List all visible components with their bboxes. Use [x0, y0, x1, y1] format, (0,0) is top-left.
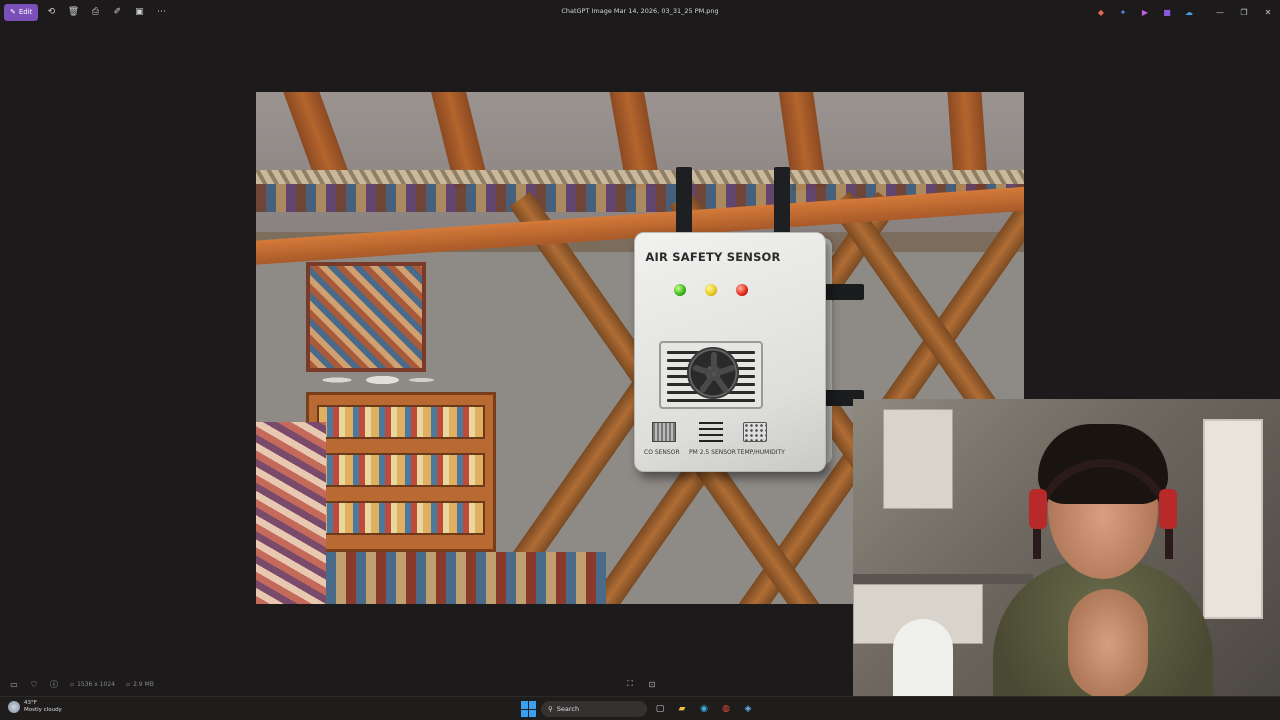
file-size: 2.9 MB [133, 680, 154, 688]
file-size-icon: ▫ [125, 680, 131, 688]
filmstrip-icon[interactable]: ▭ [4, 674, 24, 694]
weather-text: 43°F Mostly cloudy [24, 700, 62, 714]
edit-button[interactable]: ✎ Edit [4, 3, 39, 21]
pm-sensor-label: PM 2.5 SENSOR [689, 449, 736, 456]
weather-desc: Mostly cloudy [24, 707, 62, 713]
image-dimensions: 1536 x 1024 [77, 680, 115, 688]
temp-humidity-label: TEMP/HUMIDITY [737, 449, 785, 456]
yellow-led [705, 284, 717, 296]
teams-icon[interactable]: ■ [1156, 0, 1178, 24]
headset-ear [1029, 489, 1047, 529]
weather-widget[interactable]: 43°F Mostly cloudy [8, 700, 62, 714]
bowls [311, 362, 441, 392]
weather-temp: 43°F [24, 700, 37, 706]
door [1203, 419, 1263, 619]
fan-icon [687, 347, 739, 399]
windows-start-icon[interactable] [521, 701, 537, 717]
title-bar: ✎ Edit ⟲ 🗑 ⎙ ✐ ▣ ⋯ ChatGPT Image Mar 14,… [0, 0, 1280, 24]
rope [256, 170, 1024, 184]
fan-blade [712, 373, 730, 394]
window-title: ChatGPT Image Mar 14, 2026, 03_31_25 PM.… [561, 7, 719, 15]
onedrive-icon[interactable]: ☁ [1178, 0, 1200, 24]
close-icon[interactable]: ✕ [1256, 0, 1280, 24]
edit-label: Edit [18, 8, 33, 16]
task-view-icon[interactable]: ▢ [651, 700, 669, 718]
taskbar-apps: ⚲ Search ▢ ▰ ◉ ◍ ◈ [521, 700, 757, 718]
actual-size-icon[interactable]: ⊡ [642, 674, 662, 694]
mount-clip [824, 284, 864, 300]
favorite-icon[interactable]: ♡ [24, 674, 44, 694]
edit-icon: ✎ [10, 8, 16, 16]
fit-screen-icon[interactable]: ⛶ [620, 674, 640, 694]
edge-icon[interactable]: ◉ [695, 700, 713, 718]
print-icon[interactable]: ⎙ [86, 4, 104, 21]
toolbar: ✎ Edit ⟲ 🗑 ⎙ ✐ ▣ ⋯ [0, 3, 170, 21]
taskbar: 43°F Mostly cloudy ⚲ Search ▢ ▰ ◉ ◍ ◈ [0, 696, 1280, 720]
sensor-title: AIR SAFETY SENSOR [645, 250, 781, 264]
image-info: ▫ 1536 x 1024 ▫ 2.9 MB [70, 681, 154, 688]
floor-rug [326, 552, 606, 604]
fan-grille [659, 341, 763, 409]
red-led [736, 284, 748, 296]
headset-ear [1159, 489, 1177, 529]
rotate-icon[interactable]: ⟲ [42, 4, 60, 21]
wall-rug [306, 262, 426, 372]
search-label: Search [556, 705, 580, 713]
kitchen-counter [853, 574, 1033, 584]
more-icon[interactable]: ⋯ [152, 4, 170, 21]
green-led [674, 284, 686, 296]
photos-app: ✎ Edit ⟲ 🗑 ⎙ ✐ ▣ ⋯ ChatGPT Image Mar 14,… [0, 0, 1280, 720]
minimize-icon[interactable]: — [1208, 0, 1232, 24]
kitchen-cabinet [883, 409, 953, 509]
air-safety-sensor: AIR SAFETY SENSOR CO SENSOR PM 2.5 SENSO… [634, 232, 826, 472]
drawer [317, 405, 485, 439]
painted-dresser [306, 392, 496, 552]
co-sensor-icon [652, 422, 676, 442]
drawer [317, 501, 485, 535]
search-icon: ⚲ [548, 705, 553, 713]
edit-image-icon[interactable]: ✐ [108, 4, 126, 21]
hands [1068, 589, 1148, 699]
photos-icon[interactable]: ◈ [739, 700, 757, 718]
clipchamp-icon[interactable]: ▶ [1134, 0, 1156, 24]
drawer [317, 453, 485, 487]
file-explorer-icon[interactable]: ▰ [673, 700, 691, 718]
fan-blade [692, 364, 714, 377]
bed [256, 422, 326, 604]
webcam-overlay [853, 399, 1280, 720]
co-sensor-label: CO SENSOR [644, 449, 680, 456]
delete-icon[interactable]: 🗑 [64, 4, 82, 21]
dimensions-icon: ▫ [70, 680, 75, 688]
info-icon[interactable]: ⓘ [44, 674, 64, 694]
viewer-bar: ▭ ♡ ⓘ ▫ 1536 x 1024 ▫ 2.9 MB ⛶ ⊡ [0, 674, 853, 694]
taskbar-search[interactable]: ⚲ Search [541, 701, 647, 717]
temp-humidity-icon [743, 422, 767, 442]
restore-icon[interactable]: ❐ [1232, 0, 1256, 24]
copilot-icon[interactable]: ◆ [1090, 0, 1112, 24]
fan-slat [667, 399, 755, 402]
crop-icon[interactable]: ▣ [130, 4, 148, 21]
fan-blade [698, 373, 716, 394]
chrome-icon[interactable]: ◍ [717, 700, 735, 718]
title-right: ◆ ✦ ▶ ■ ☁ — ❐ ✕ [1090, 0, 1280, 24]
pm-sensor-icon [699, 422, 723, 442]
cloud-icon [8, 701, 20, 713]
designer-icon[interactable]: ✦ [1112, 0, 1134, 24]
viewer-controls: ⛶ ⊡ [620, 674, 662, 694]
